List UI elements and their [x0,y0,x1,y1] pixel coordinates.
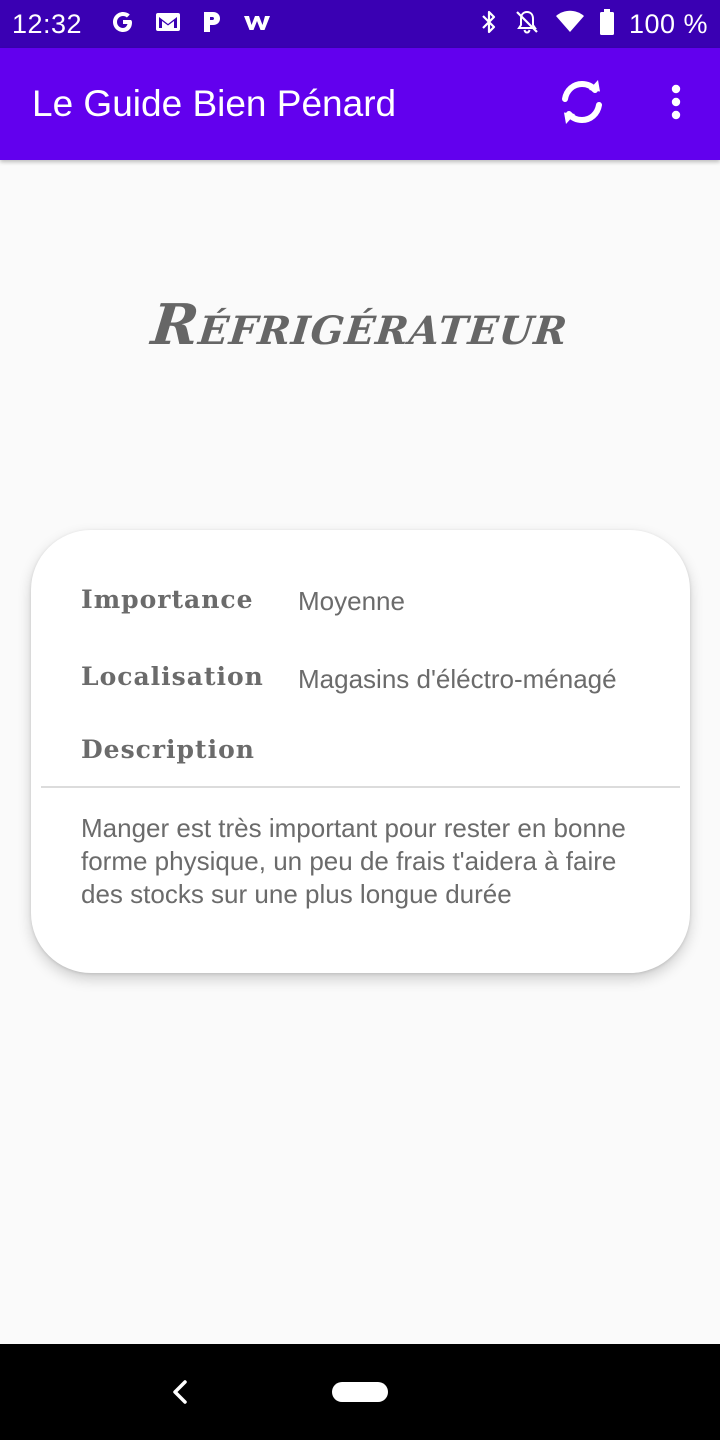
description-label: Description [81,735,255,764]
google-icon [110,9,136,40]
bluetooth-icon [479,8,499,41]
wifi-icon [555,10,585,39]
importance-label: Importance [81,585,254,614]
divider [41,786,680,788]
app-title: Le Guide Bien Pénard [32,83,397,124]
gmail-icon [154,10,182,39]
navigation-bar [0,1344,720,1440]
refresh-button[interactable] [552,76,612,132]
battery-icon [599,8,615,41]
item-title: Réfrigérateur [148,292,572,358]
notification-icons [110,9,272,40]
info-card: Importance Moyenne Localisation Magasins… [31,530,690,973]
refresh-icon [556,77,608,132]
location-label: Localisation [81,662,264,691]
location-value: Magasins d'éléctro-ménagé [298,664,617,694]
description-text: Manger est très important pour rester en… [81,813,626,909]
importance-value: Moyenne [298,586,405,616]
wattpad-icon [242,10,272,39]
pandora-icon [200,9,224,40]
status-time: 12:32 [12,8,83,39]
back-icon [166,1380,194,1412]
notifications-off-icon [513,8,541,41]
home-button[interactable] [332,1382,388,1402]
more-options-button[interactable] [654,76,698,132]
status-bar: 12:32 100 % [0,0,720,48]
system-icons: 100 % [479,8,708,41]
battery-percentage: 100 % [628,8,708,39]
more-vert-icon [670,84,682,125]
back-button[interactable] [166,1376,194,1408]
app-bar: Le Guide Bien Pénard [0,48,720,160]
